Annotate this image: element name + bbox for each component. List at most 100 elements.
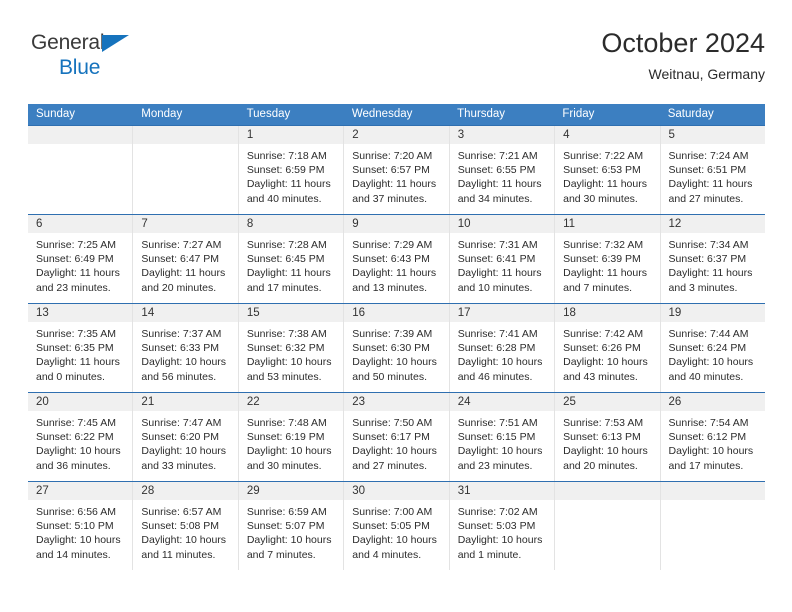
daylight-text: Daylight: 11 hours and 37 minutes. <box>352 178 437 205</box>
calendar-day-cell[interactable]: 15 Sunrise: 7:38 AM Sunset: 6:32 PM Dayligh… <box>238 304 345 392</box>
weekday-header-thursday: Thursday <box>457 108 506 120</box>
day-number: 11 <box>555 215 660 233</box>
sunset-text: Sunset: 6:35 PM <box>36 342 114 355</box>
day-number: 21 <box>133 393 238 411</box>
day-sun-info: Sunrise: 7:28 AM Sunset: 6:45 PM Daylight:… <box>239 233 343 295</box>
daylight-text: Daylight: 10 hours and 11 minutes. <box>141 534 227 561</box>
day-sun-info: Sunrise: 6:57 AM Sunset: 5:08 PM Daylight:… <box>133 500 237 562</box>
day-sun-info: Sunrise: 7:38 AM Sunset: 6:32 PM Daylight:… <box>239 322 343 384</box>
day-sun-info: Sunrise: 7:34 AM Sunset: 6:37 PM Daylight:… <box>661 233 765 295</box>
calendar-day-cell[interactable]: 9 Sunrise: 7:29 AM Sunset: 6:43 PM Daylight… <box>344 215 450 303</box>
sunrise-text: Sunrise: 7:20 AM <box>352 150 433 162</box>
sunrise-text: Sunrise: 7:24 AM <box>668 150 749 162</box>
calendar-day-cell[interactable]: 29 Sunrise: 6:59 AM Sunset: 5:07 PM Dayligh… <box>238 482 345 570</box>
sunset-text: Sunset: 6:24 PM <box>668 342 747 355</box>
day-number <box>660 482 765 500</box>
page-title: October 2024 <box>601 28 765 58</box>
sunrise-text: Sunrise: 7:54 AM <box>668 417 749 429</box>
day-number: 30 <box>344 482 449 500</box>
daylight-text: Daylight: 10 hours and 17 minutes. <box>668 445 754 472</box>
sunrise-text: Sunrise: 7:28 AM <box>246 239 327 251</box>
day-number: 12 <box>660 215 765 233</box>
calendar-day-cell[interactable]: 19 Sunrise: 7:44 AM Sunset: 6:24 PM Dayligh… <box>660 304 765 392</box>
day-number: 26 <box>660 393 765 411</box>
generalblue-logo: General Blue <box>31 32 151 86</box>
calendar-day-cell[interactable]: 4 Sunrise: 7:22 AM Sunset: 6:53 PM Daylight… <box>555 126 661 214</box>
calendar-day-cell[interactable]: 18 Sunrise: 7:42 AM Sunset: 6:26 PM Dayligh… <box>555 304 661 392</box>
day-number: 9 <box>344 215 449 233</box>
day-sun-info: Sunrise: 6:59 AM Sunset: 5:07 PM Daylight:… <box>239 500 343 562</box>
calendar-day-cell[interactable]: 6 Sunrise: 7:25 AM Sunset: 6:49 PM Daylight… <box>28 215 134 303</box>
calendar-day-cell[interactable]: 12 Sunrise: 7:34 AM Sunset: 6:37 PM Dayligh… <box>660 215 765 303</box>
daylight-text: Daylight: 11 hours and 7 minutes. <box>563 267 647 294</box>
sunset-text: Sunset: 6:57 PM <box>352 164 430 177</box>
day-sun-info: Sunrise: 7:18 AM Sunset: 6:59 PM Daylight:… <box>239 144 343 206</box>
logo-blue-label: Blue <box>59 56 101 79</box>
daylight-text: Daylight: 10 hours and 43 minutes. <box>563 356 648 383</box>
weekday-header-row: Sunday Monday Tuesday Wednesday Thursday… <box>28 104 765 125</box>
calendar-day-cell[interactable]: 27 Sunrise: 6:56 AM Sunset: 5:10 PM Dayligh… <box>28 482 134 570</box>
day-sun-info: Sunrise: 7:32 AM Sunset: 6:39 PM Daylight:… <box>555 233 659 295</box>
sunset-text: Sunset: 6:15 PM <box>457 431 536 444</box>
sunset-text: Sunset: 5:07 PM <box>246 520 325 533</box>
sunrise-text: Sunrise: 7:34 AM <box>668 239 749 251</box>
sunset-text: Sunset: 6:59 PM <box>246 164 325 177</box>
calendar-day-cell[interactable]: 5 Sunrise: 7:24 AM Sunset: 6:51 PM Daylight… <box>660 126 765 214</box>
calendar-day-cell[interactable]: 21 Sunrise: 7:47 AM Sunset: 6:20 PM Dayligh… <box>133 393 239 481</box>
calendar-day-cell[interactable]: 20 Sunrise: 7:45 AM Sunset: 6:22 PM Dayligh… <box>28 393 134 481</box>
page-header: General Blue October 2024 Weitnau, Germa… <box>28 26 765 92</box>
daylight-text: Daylight: 11 hours and 10 minutes. <box>457 267 542 294</box>
day-number: 7 <box>133 215 238 233</box>
sunset-text: Sunset: 5:10 PM <box>36 520 114 533</box>
sunset-text: Sunset: 6:30 PM <box>352 342 430 355</box>
daylight-text: Daylight: 11 hours and 13 minutes. <box>352 267 437 294</box>
day-number: 2 <box>344 126 449 144</box>
day-sun-info: Sunrise: 7:21 AM Sunset: 6:55 PM Daylight:… <box>450 144 554 206</box>
calendar-day-cell[interactable]: 24 Sunrise: 7:51 AM Sunset: 6:15 PM Dayligh… <box>449 393 556 481</box>
calendar-day-cell[interactable]: 16 Sunrise: 7:39 AM Sunset: 6:30 PM Dayligh… <box>344 304 450 392</box>
calendar-day-cell[interactable]: 28 Sunrise: 6:57 AM Sunset: 5:08 PM Dayligh… <box>133 482 239 570</box>
calendar-day-cell[interactable]: 2 Sunrise: 7:20 AM Sunset: 6:57 PM Daylight… <box>344 126 450 214</box>
calendar-day-cell[interactable]: 10 Sunrise: 7:31 AM Sunset: 6:41 PM Dayligh… <box>449 215 556 303</box>
day-number: 28 <box>133 482 238 500</box>
sunrise-text: Sunrise: 7:22 AM <box>563 150 644 162</box>
sunrise-text: Sunrise: 7:32 AM <box>563 239 644 251</box>
calendar-day-cell[interactable]: 31 Sunrise: 7:02 AM Sunset: 5:03 PM Dayligh… <box>449 482 556 570</box>
day-number: 31 <box>449 482 555 500</box>
calendar-day-cell[interactable]: 26 Sunrise: 7:54 AM Sunset: 6:12 PM Dayligh… <box>660 393 765 481</box>
day-sun-info: Sunrise: 7:42 AM Sunset: 6:26 PM Daylight:… <box>555 322 659 384</box>
calendar-day-cell[interactable]: 1 Sunrise: 7:18 AM Sunset: 6:59 PM Daylight… <box>238 126 345 214</box>
day-number: 10 <box>449 215 555 233</box>
day-sun-info: Sunrise: 7:41 AM Sunset: 6:28 PM Daylight:… <box>450 322 554 384</box>
calendar-day-cell[interactable]: 22 Sunrise: 7:48 AM Sunset: 6:19 PM Dayligh… <box>238 393 345 481</box>
sunrise-text: Sunrise: 7:38 AM <box>246 328 327 340</box>
calendar-day-cell-empty <box>133 126 239 214</box>
calendar-day-cell[interactable]: 8 Sunrise: 7:28 AM Sunset: 6:45 PM Daylight… <box>238 215 345 303</box>
sunset-text: Sunset: 6:33 PM <box>141 342 220 355</box>
calendar-day-cell[interactable]: 13 Sunrise: 7:35 AM Sunset: 6:35 PM Dayligh… <box>28 304 134 392</box>
daylight-text: Daylight: 10 hours and 40 minutes. <box>668 356 754 383</box>
day-number: 27 <box>28 482 133 500</box>
day-number: 19 <box>660 304 765 322</box>
sunrise-text: Sunrise: 7:35 AM <box>36 328 116 340</box>
day-sun-info: Sunrise: 7:50 AM Sunset: 6:17 PM Daylight:… <box>344 411 448 473</box>
calendar-day-cell[interactable]: 3 Sunrise: 7:21 AM Sunset: 6:55 PM Daylight… <box>449 126 556 214</box>
day-sun-info: Sunrise: 7:29 AM Sunset: 6:43 PM Daylight:… <box>344 233 448 295</box>
weekday-header-tuesday: Tuesday <box>246 108 291 120</box>
day-sun-info: Sunrise: 7:37 AM Sunset: 6:33 PM Daylight:… <box>133 322 237 384</box>
sunrise-text: Sunrise: 6:57 AM <box>141 506 222 518</box>
sunset-text: Sunset: 6:53 PM <box>563 164 641 177</box>
sunset-text: Sunset: 5:05 PM <box>352 520 430 533</box>
daylight-text: Daylight: 11 hours and 30 minutes. <box>563 178 647 205</box>
calendar-day-cell[interactable]: 30 Sunrise: 7:00 AM Sunset: 5:05 PM Dayligh… <box>344 482 450 570</box>
weekday-header-wednesday: Wednesday <box>351 108 413 120</box>
daylight-text: Daylight: 11 hours and 40 minutes. <box>246 178 331 205</box>
sunset-text: Sunset: 6:49 PM <box>36 253 114 266</box>
calendar-day-cell[interactable]: 11 Sunrise: 7:32 AM Sunset: 6:39 PM Dayligh… <box>555 215 661 303</box>
calendar-day-cell[interactable]: 14 Sunrise: 7:37 AM Sunset: 6:33 PM Dayligh… <box>133 304 239 392</box>
calendar-day-cell[interactable]: 17 Sunrise: 7:41 AM Sunset: 6:28 PM Dayligh… <box>449 304 556 392</box>
calendar-page: General Blue October 2024 Weitnau, Germa… <box>0 0 792 612</box>
calendar-day-cell[interactable]: 23 Sunrise: 7:50 AM Sunset: 6:17 PM Dayligh… <box>344 393 450 481</box>
calendar-day-cell[interactable]: 7 Sunrise: 7:27 AM Sunset: 6:47 PM Daylight… <box>133 215 239 303</box>
calendar-day-cell[interactable]: 25 Sunrise: 7:53 AM Sunset: 6:13 PM Dayligh… <box>555 393 661 481</box>
